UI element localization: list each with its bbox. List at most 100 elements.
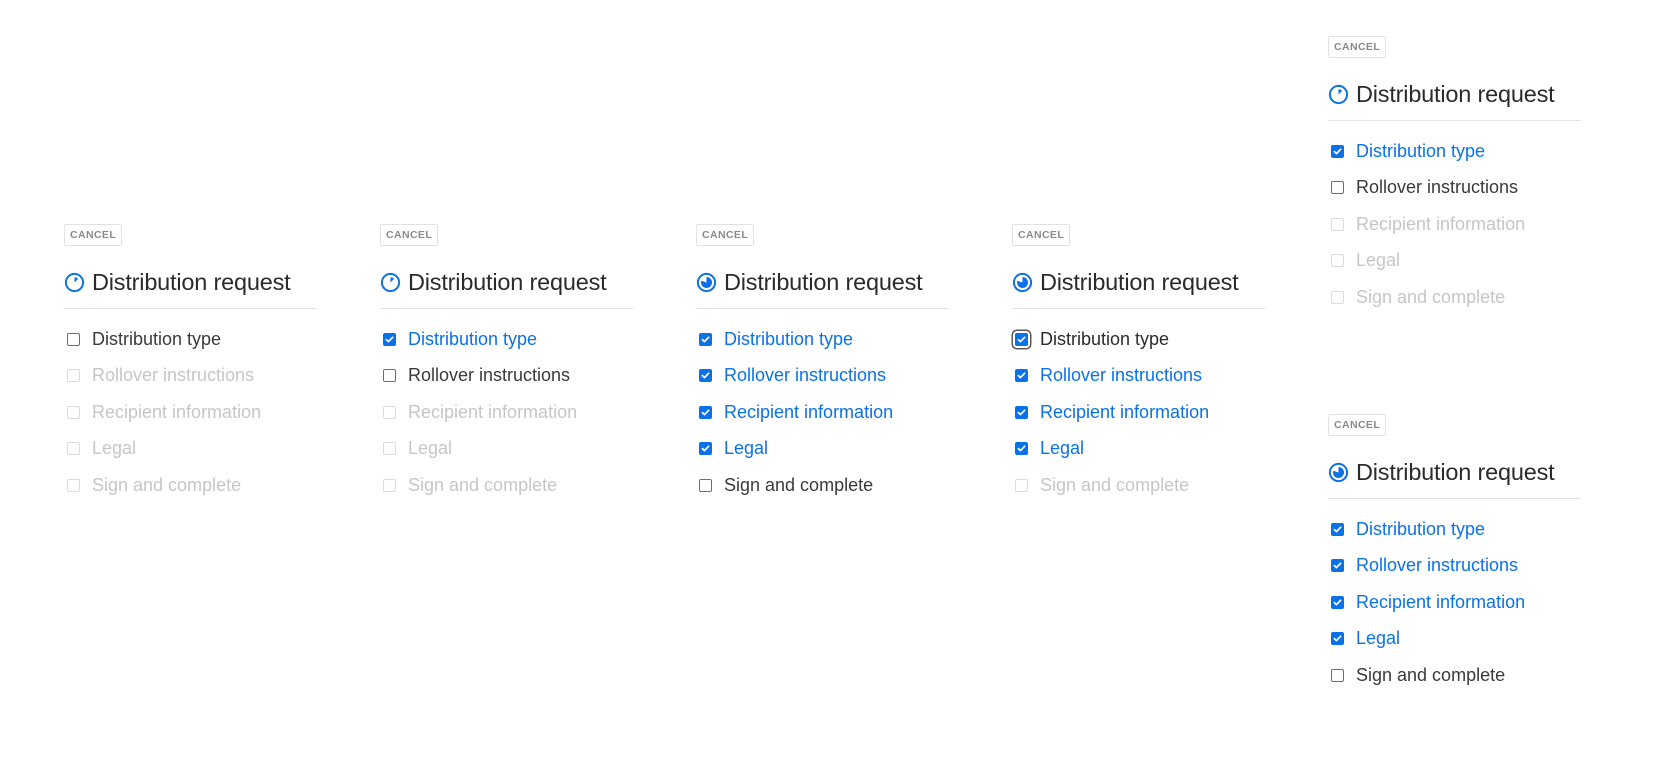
step-checkbox[interactable]	[383, 405, 396, 419]
step-checkbox[interactable]	[1331, 522, 1344, 536]
step-legal[interactable]: Legal	[64, 431, 317, 468]
step-checkbox[interactable]	[1331, 181, 1344, 195]
step-label: Sign and complete	[724, 474, 874, 495]
distribution-panel-1: CANCEL Distribution request Distribution…	[64, 224, 317, 504]
step-rollover-instructions[interactable]: Rollover instructions	[696, 358, 949, 395]
progress-mostly-complete-icon	[1012, 272, 1033, 293]
step-distribution-type[interactable]: Distribution type	[380, 321, 633, 358]
step-rollover-instructions[interactable]: Rollover instructions	[1012, 358, 1265, 395]
step-checkbox[interactable]	[1331, 254, 1344, 268]
step-checkbox[interactable]	[1331, 290, 1344, 304]
step-checkbox[interactable]	[67, 369, 80, 383]
step-recipient-information[interactable]: Recipient information	[64, 394, 317, 431]
distribution-panel-4: CANCEL Distribution request Distribution…	[1012, 224, 1265, 504]
step-recipient-information[interactable]: Recipient information	[1328, 206, 1581, 243]
step-checkbox[interactable]	[699, 332, 712, 346]
step-distribution-type[interactable]: Distribution type	[1012, 321, 1265, 358]
step-recipient-information[interactable]: Recipient information	[1012, 394, 1265, 431]
step-checkbox[interactable]	[1331, 217, 1344, 231]
step-recipient-information[interactable]: Recipient information	[696, 394, 949, 431]
step-legal[interactable]: Legal	[1012, 431, 1265, 468]
step-sign-and-complete[interactable]: Sign and complete	[1328, 279, 1581, 316]
step-label: Recipient information	[724, 401, 894, 422]
step-label: Rollover instructions	[408, 365, 571, 386]
step-label: Recipient information	[1356, 213, 1526, 234]
page-title: Distribution request	[1040, 268, 1239, 295]
step-checkbox[interactable]	[67, 405, 80, 419]
step-checkbox[interactable]	[1331, 632, 1344, 646]
step-label: Legal	[1356, 628, 1401, 649]
step-checkbox[interactable]	[67, 442, 80, 456]
step-label: Sign and complete	[1040, 474, 1190, 495]
step-sign-and-complete[interactable]: Sign and complete	[696, 467, 949, 504]
step-checkbox[interactable]	[383, 369, 396, 383]
step-checkbox[interactable]	[1015, 405, 1028, 419]
step-legal[interactable]: Legal	[1328, 621, 1581, 658]
step-checkbox[interactable]	[1331, 668, 1344, 682]
panel-header: Distribution request	[1012, 265, 1265, 309]
cancel-button[interactable]: CANCEL	[380, 224, 439, 246]
step-sign-and-complete[interactable]: Sign and complete	[64, 467, 317, 504]
step-rollover-instructions[interactable]: Rollover instructions	[1328, 170, 1581, 207]
step-checkbox[interactable]	[383, 442, 396, 456]
step-distribution-type[interactable]: Distribution type	[64, 321, 317, 358]
step-sign-and-complete[interactable]: Sign and complete	[1012, 467, 1265, 504]
cancel-button[interactable]: CANCEL	[1328, 36, 1387, 58]
step-distribution-type[interactable]: Distribution type	[696, 321, 949, 358]
step-sign-and-complete[interactable]: Sign and complete	[380, 467, 633, 504]
distribution-panel-6: CANCEL Distribution request Distribution…	[1328, 414, 1581, 694]
step-checkbox[interactable]	[1015, 478, 1028, 492]
step-legal[interactable]: Legal	[1328, 243, 1581, 280]
step-rollover-instructions[interactable]: Rollover instructions	[64, 358, 317, 395]
distribution-panel-5: CANCEL Distribution request Distribution…	[1328, 36, 1581, 316]
step-checkbox[interactable]	[699, 369, 712, 383]
step-checkbox[interactable]	[67, 478, 80, 492]
step-checkbox[interactable]	[383, 478, 396, 492]
step-checkbox[interactable]	[1015, 442, 1028, 456]
step-distribution-type[interactable]: Distribution type	[1328, 511, 1581, 548]
page-title: Distribution request	[408, 268, 607, 295]
step-checkbox[interactable]	[1015, 369, 1028, 383]
step-label: Rollover instructions	[1040, 365, 1203, 386]
step-checkbox[interactable]	[699, 478, 712, 492]
step-checkbox[interactable]	[1331, 144, 1344, 158]
step-recipient-information[interactable]: Recipient information	[380, 394, 633, 431]
step-legal[interactable]: Legal	[696, 431, 949, 468]
step-label: Distribution type	[724, 328, 854, 349]
progress-mostly-complete-icon	[1328, 462, 1349, 483]
progress-quarter-icon	[1328, 84, 1349, 105]
step-rollover-instructions[interactable]: Rollover instructions	[380, 358, 633, 395]
step-label: Recipient information	[1356, 591, 1526, 612]
step-label: Rollover instructions	[1356, 555, 1519, 576]
cancel-button[interactable]: CANCEL	[64, 224, 123, 246]
step-label: Distribution type	[1356, 518, 1486, 539]
step-checkbox[interactable]	[1331, 595, 1344, 609]
step-checkbox[interactable]	[67, 332, 80, 346]
page-title: Distribution request	[1356, 458, 1555, 485]
step-label: Sign and complete	[1356, 664, 1506, 685]
step-label: Sign and complete	[408, 474, 558, 495]
step-label: Rollover instructions	[724, 365, 887, 386]
step-label: Rollover instructions	[92, 365, 255, 386]
cancel-button[interactable]: CANCEL	[1012, 224, 1071, 246]
cancel-button[interactable]: CANCEL	[696, 224, 755, 246]
step-sign-and-complete[interactable]: Sign and complete	[1328, 657, 1581, 694]
step-checkbox[interactable]	[1331, 559, 1344, 573]
step-label: Recipient information	[92, 401, 262, 422]
cancel-button[interactable]: CANCEL	[1328, 414, 1387, 436]
step-distribution-type[interactable]: Distribution type	[1328, 133, 1581, 170]
step-list: Distribution type Rollover instructions …	[1012, 321, 1265, 504]
page-title: Distribution request	[724, 268, 923, 295]
step-label: Distribution type	[92, 328, 222, 349]
step-checkbox[interactable]	[383, 332, 396, 346]
step-checkbox[interactable]	[699, 405, 712, 419]
step-checkbox[interactable]	[699, 442, 712, 456]
step-legal[interactable]: Legal	[380, 431, 633, 468]
step-label: Legal	[724, 438, 769, 459]
step-label: Distribution type	[1356, 140, 1486, 161]
step-checkbox[interactable]	[1015, 332, 1028, 346]
step-label: Sign and complete	[1356, 286, 1506, 307]
step-rollover-instructions[interactable]: Rollover instructions	[1328, 548, 1581, 585]
progress-quarter-icon	[64, 272, 85, 293]
step-recipient-information[interactable]: Recipient information	[1328, 584, 1581, 621]
